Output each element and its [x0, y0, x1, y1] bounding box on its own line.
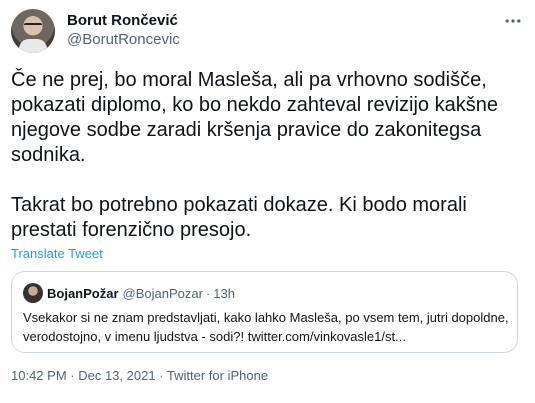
tweet-text: Če ne prej, bo moral Masleša, ali pa vrh… [11, 69, 498, 241]
author-display-name[interactable]: Borut Rončević [67, 11, 180, 30]
tweet-time[interactable]: 10:42 PM [11, 368, 67, 383]
quoted-tweet-header: BojanPožar @BojanPozar · 13h [23, 283, 235, 303]
quoted-author-avatar [23, 283, 43, 303]
quoted-tweet-text: Vsekakor si ne znam predstavljati, kako … [23, 310, 509, 344]
author-avatar[interactable] [11, 9, 55, 53]
avatar-shirt [19, 39, 47, 53]
tweet-header: Borut Rončević @BorutRoncevic [11, 9, 525, 53]
author-names: Borut Rončević @BorutRoncevic [67, 11, 180, 50]
quoted-time: 13h [213, 285, 235, 301]
translate-tweet-link[interactable]: Translate Tweet [11, 246, 103, 261]
quoted-author-handle: @BojanPozar [122, 285, 203, 301]
quoted-tweet[interactable]: BojanPožar @BojanPozar · 13h Vsekakor si… [11, 271, 518, 353]
author-handle[interactable]: @BorutRoncevic [67, 30, 180, 50]
ellipsis-icon-svg [505, 19, 521, 23]
meta-separator: · [155, 368, 167, 383]
tweet: Borut Rončević @BorutRoncevic Če ne prej… [0, 0, 535, 403]
quoted-author-display-name: BojanPožar [47, 285, 119, 301]
tweet-date[interactable]: Dec 13, 2021 [78, 368, 155, 383]
tweet-meta: 10:42 PM · Dec 13, 2021 · Twitter for iP… [11, 368, 268, 383]
ellipsis-icon[interactable] [501, 11, 525, 31]
quoted-separator: · [205, 285, 211, 301]
meta-separator: · [66, 368, 79, 383]
tweet-source[interactable]: Twitter for iPhone [167, 368, 268, 383]
avatar-glasses [24, 23, 42, 27]
